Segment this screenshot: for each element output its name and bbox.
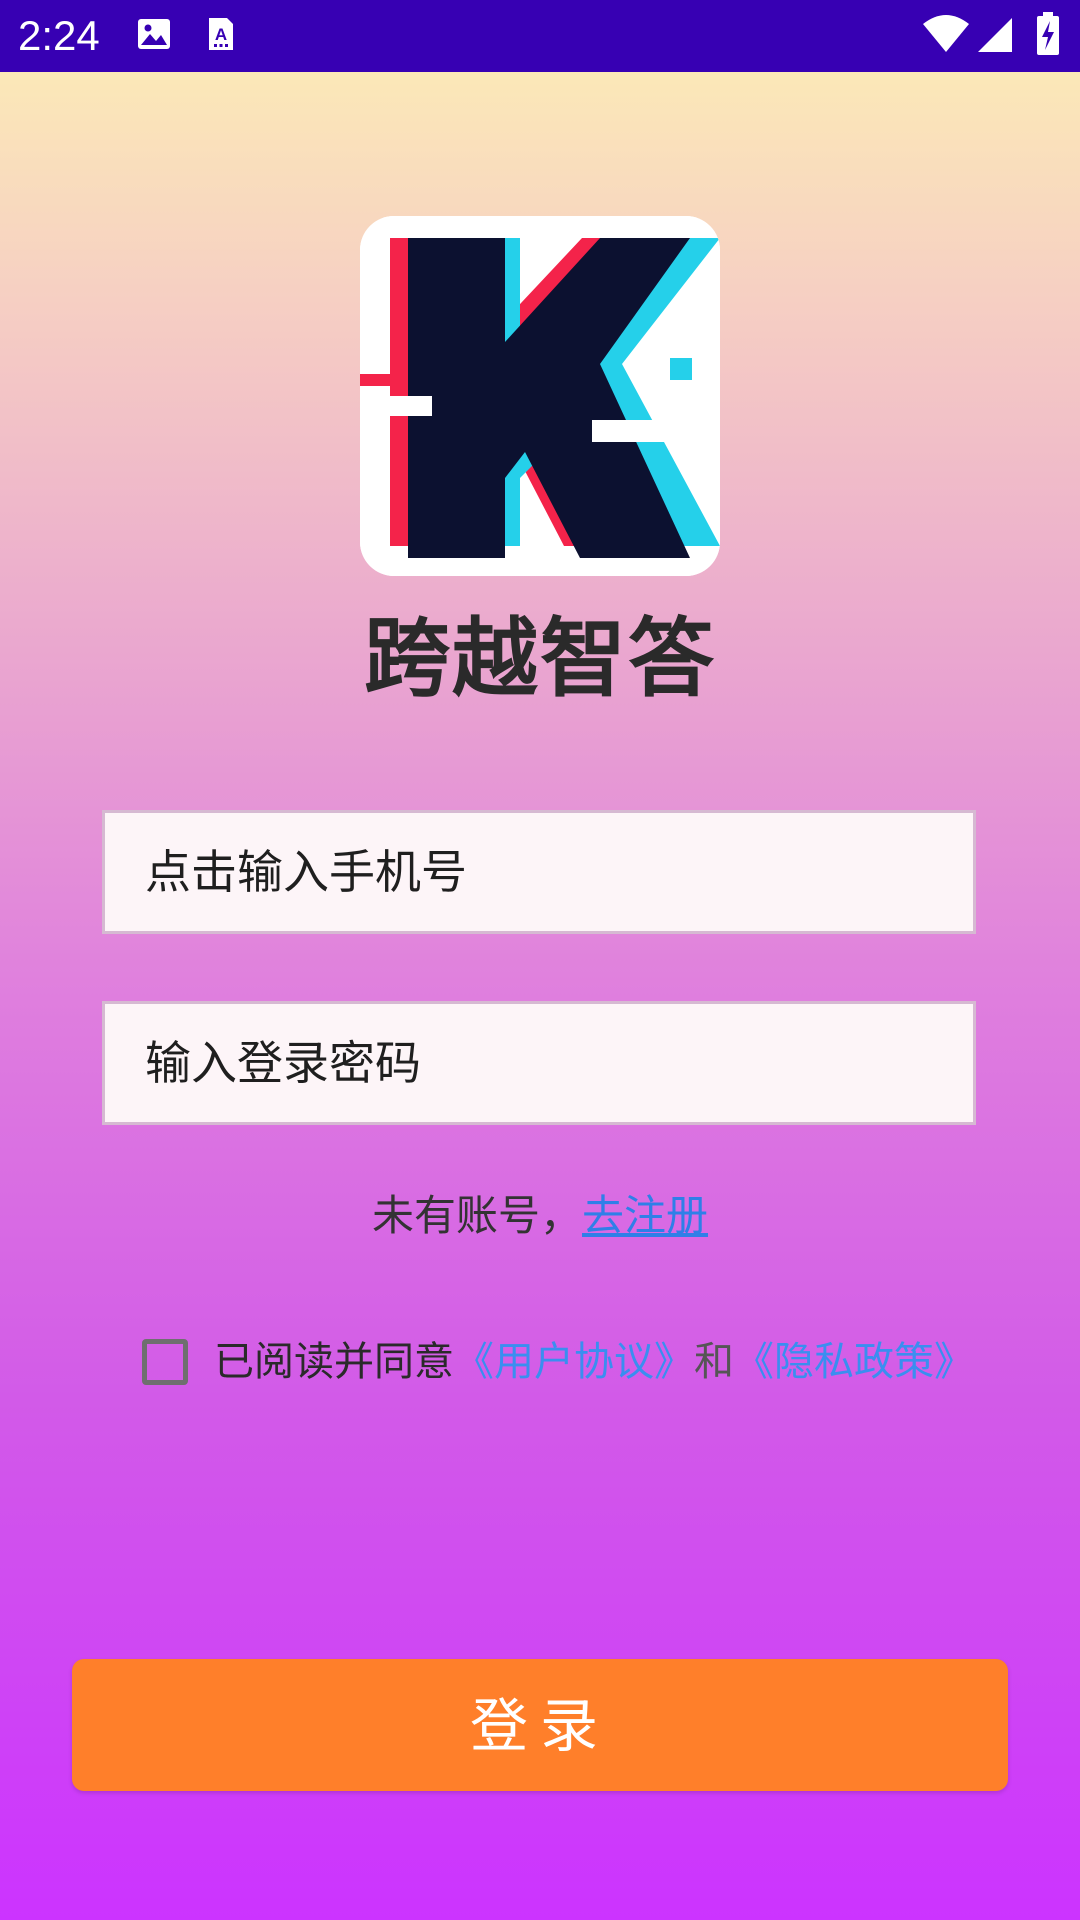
agreement-prefix: 已阅读并同意 [214,1339,454,1385]
signal-icon [978,16,1014,58]
register-link[interactable]: 去注册 [582,1191,708,1240]
agreement-checkbox[interactable] [142,1339,188,1385]
a-text-icon: A [205,16,237,56]
phone-input[interactable] [105,813,973,931]
login-screen: 2:24 A 跨越智答 点击输入手机号 未有账号，去注册 已阅读并同意《用户协议… [0,0,1080,1920]
app-title: 跨越智答 [364,609,716,709]
status-time: 2:24 [18,12,100,59]
password-field[interactable] [102,1001,976,1125]
login-button[interactable]: 登录 [72,1659,1008,1791]
k-glitch-logo-icon [360,216,720,576]
privacy-policy-link[interactable]: 《隐私政策》 [734,1339,974,1385]
image-icon [136,16,172,56]
wifi-icon [922,14,970,58]
agreement-text: 已阅读并同意《用户协议》和《隐私政策》 [214,1334,974,1390]
phone-field[interactable] [102,810,976,934]
battery-charging-icon [1036,12,1060,60]
password-input[interactable] [105,1004,973,1122]
agreement-row: 已阅读并同意《用户协议》和《隐私政策》 [142,1334,974,1390]
status-bar: 2:24 A [0,0,1080,72]
app-logo [360,216,720,576]
register-prompt: 未有账号，去注册 [0,1186,1080,1246]
register-prompt-text: 未有账号， [371,1191,582,1240]
svg-text:A: A [215,25,227,44]
agreement-and: 和 [694,1339,734,1385]
user-agreement-link[interactable]: 《用户协议》 [454,1339,694,1385]
